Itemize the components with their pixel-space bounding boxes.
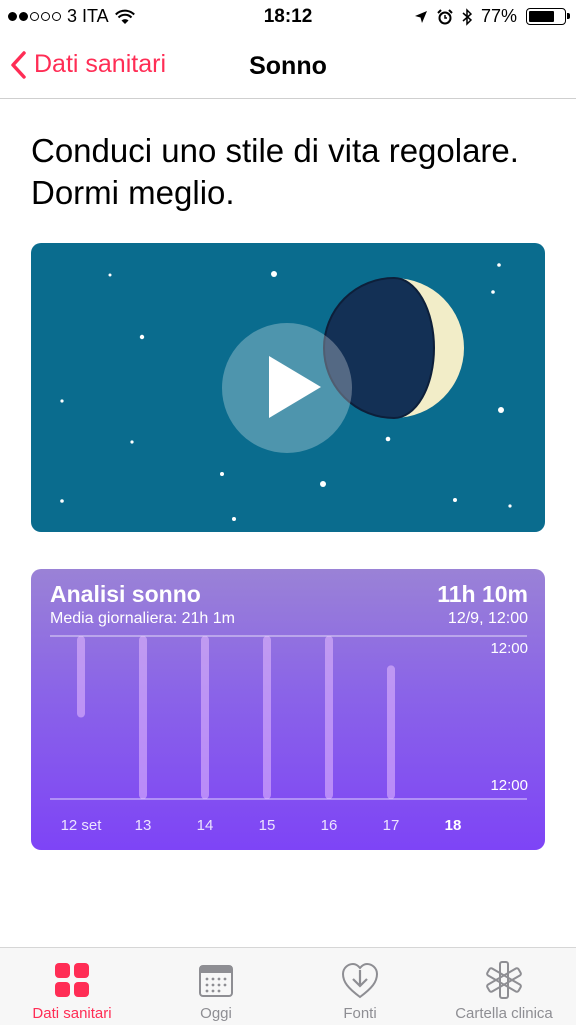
x-axis-label: 14 [196, 817, 214, 834]
status-right: 77% [414, 6, 570, 27]
battery-percent: 77% [480, 6, 517, 26]
x-axis-label: 17 [382, 817, 400, 834]
x-axis-label: 15 [258, 817, 276, 834]
tab-dati-sanitari[interactable]: Dati sanitari [0, 948, 144, 1025]
play-button[interactable] [222, 323, 352, 453]
axis-label-top: 12:00 [490, 640, 528, 657]
sleep-bar-12-set [77, 636, 85, 718]
sleep-bar-16 [325, 636, 333, 799]
location-arrow-icon [414, 10, 427, 23]
x-axis-label: 12 set [60, 817, 102, 834]
sleep-card-value: 11h 10m [437, 581, 528, 607]
headline: Conduci uno stile di vita regolare. Dorm… [31, 130, 551, 214]
x-axis-label: 13 [134, 817, 152, 834]
calendar-icon [199, 965, 233, 997]
battery-icon [526, 8, 570, 25]
sleep-card-title: Analisi sonno [50, 581, 201, 607]
alarm-icon [437, 8, 453, 24]
sleep-card-date: 12/9, 12:00 [447, 610, 528, 627]
bluetooth-icon [462, 7, 472, 26]
tab-label: Oggi [200, 1005, 232, 1022]
headline-line-2: Dormi meglio. [31, 174, 235, 211]
headline-line-1: Conduci uno stile di vita regolare. [31, 132, 519, 169]
tab-label: Dati sanitari [32, 1005, 112, 1022]
tab-fonti[interactable]: Fonti [288, 948, 432, 1025]
tab-cartella-clinica[interactable]: Cartella clinica [432, 948, 576, 1025]
dashboard-grid-icon [55, 963, 89, 997]
tab-oggi[interactable]: Oggi [144, 948, 288, 1025]
sleep-bar-17 [387, 665, 395, 799]
axis-label-bottom: 12:00 [490, 777, 528, 794]
sleep-card-subtitle: Media giornaliera: 21h 1m [50, 610, 235, 627]
night-sky-illustration [60, 263, 512, 521]
status-bar: 3 ITA 18:12 77% [0, 0, 576, 34]
sleep-bar-15 [263, 636, 271, 799]
x-axis-label: 18 [444, 817, 462, 834]
sleep-video-card[interactable] [31, 243, 545, 532]
x-axis-label: 16 [320, 817, 338, 834]
sleep-bar-13 [139, 636, 147, 799]
tab-label: Cartella clinica [455, 1005, 553, 1022]
sleep-analysis-card[interactable]: Analisi sonno Media giornaliera: 21h 1m … [31, 569, 545, 850]
tab-label: Fonti [343, 1005, 377, 1022]
tab-bar: Dati sanitari Oggi Fonti Cartella clinic… [0, 947, 576, 1025]
download-heart-icon [341, 962, 379, 999]
medical-star-icon [486, 961, 522, 999]
sleep-bar-14 [201, 636, 209, 799]
navigation-bar: Dati sanitari Sonno [0, 34, 576, 99]
page-title: Sonno [249, 52, 327, 80]
